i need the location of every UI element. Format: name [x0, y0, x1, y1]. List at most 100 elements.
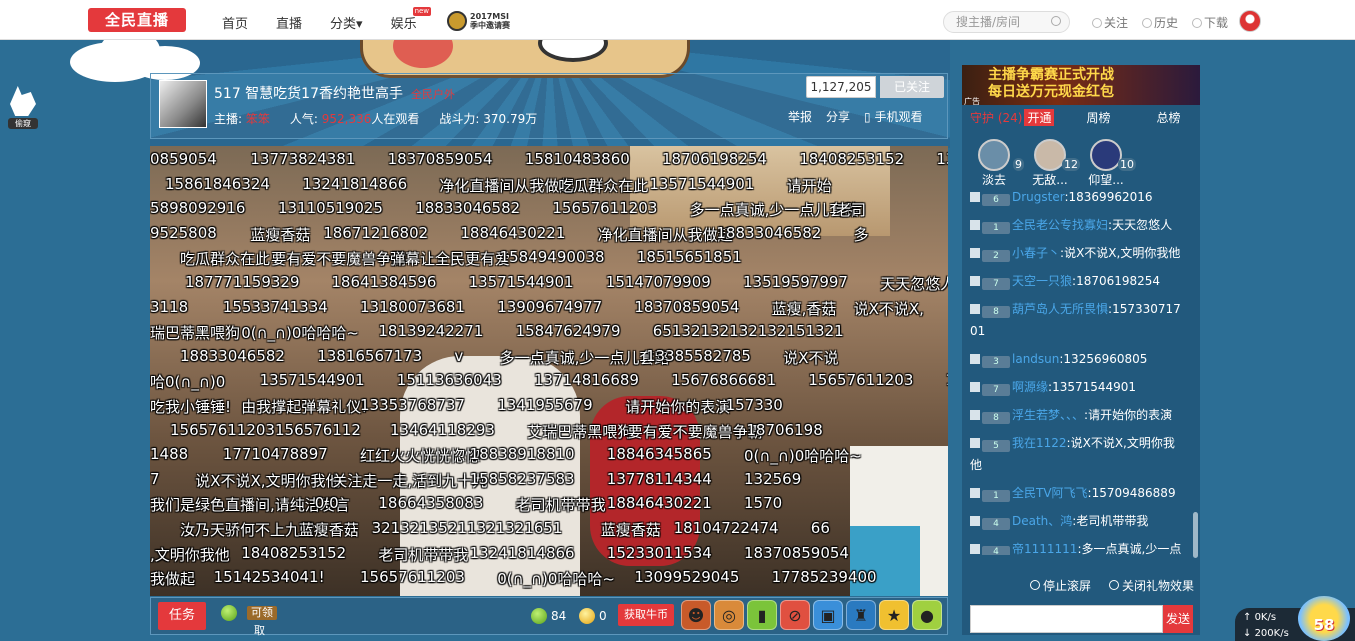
danmaku-text: 5898092916 — [150, 199, 246, 218]
chat-text: 天天忽悠人 — [1112, 218, 1173, 232]
danmaku-text: 15657611203 — [360, 568, 465, 587]
room-category[interactable]: 全民户外 — [411, 88, 455, 101]
stop-scroll-option[interactable]: 停止滚屏 — [1030, 577, 1091, 594]
search-input[interactable]: 搜主播/房间 — [943, 11, 1070, 33]
guard-level: 9 — [1013, 158, 1024, 171]
claim-button[interactable]: 可领 — [247, 606, 277, 620]
danmaku-text: 66 — [810, 519, 830, 537]
danmaku-text: 由我撑起弹幕礼仪! — [241, 398, 368, 416]
report-link[interactable]: 举报 — [788, 108, 812, 125]
chat-message: 2 小春子丶:说X不说X,文明你我他 — [962, 239, 1188, 267]
danmaku-text: 15233011534 — [606, 543, 712, 562]
share-link[interactable]: 分享 — [826, 108, 850, 125]
close-gift-option[interactable]: 关闭礼物效果 — [1109, 577, 1194, 594]
user-badge-icon — [970, 304, 980, 314]
chat-username[interactable]: 全民TV阿飞飞 — [1012, 486, 1088, 500]
task-button[interactable]: 任务 — [158, 602, 206, 630]
chat-scrollbar[interactable] — [1193, 512, 1198, 558]
upload-speed: ↑ 0K/s — [1243, 612, 1277, 623]
mobile-watch-link[interactable]: ▯ 手机观看 — [864, 108, 922, 125]
danmaku-text: 13571544901 — [259, 371, 365, 390]
room-actions: 举报 分享 ▯ 手机观看 — [788, 108, 922, 125]
chat-username[interactable]: 帝1111111 — [1012, 542, 1077, 555]
guard-avatar: 9 — [978, 139, 1024, 171]
chat-text: 13571544901 — [1052, 380, 1137, 394]
danmaku-text: 净化直播间从我做起 — [439, 176, 575, 195]
chat-username[interactable]: 天空一只狼 — [1012, 274, 1072, 288]
chat-list[interactable]: 6 Drugster:18369962016 1 全民老公专找寡妇:天天忽悠人 2 小春子… — [962, 183, 1188, 555]
msi-logo-icon — [447, 11, 467, 31]
gift-trophy-icon[interactable]: ♜ — [846, 600, 876, 630]
danmaku-text: 13571 — [936, 150, 948, 168]
gift-bean-icon[interactable]: ● — [912, 600, 942, 630]
guard-item[interactable]: 12 无敌... — [1026, 139, 1080, 188]
gift-sign-icon[interactable]: ⊘ — [780, 600, 810, 630]
gift-star-icon[interactable]: ★ — [879, 600, 909, 630]
anchor-name[interactable]: 笨笨 — [246, 112, 270, 126]
danmaku-text: 瑞巴蒂黑喂狗 — [150, 324, 241, 343]
user-level: 6 — [982, 194, 1010, 206]
guard-item[interactable]: 9 淡去 — [970, 139, 1024, 188]
chat-username[interactable]: 全民老公专找寡妇 — [1012, 218, 1108, 232]
danmaku-text: 3213213521132132165​1 — [371, 519, 563, 537]
chat-username[interactable]: 我在1122 — [1012, 436, 1067, 450]
followed-button[interactable]: 已关注 — [880, 76, 944, 98]
nav-home[interactable]: 首页 — [222, 13, 248, 32]
bean-balance-icon — [531, 608, 547, 624]
nav-entertainment[interactable]: 娱乐 new — [391, 7, 432, 32]
chat-username[interactable]: 葫芦岛人无所畏惧 — [1012, 302, 1108, 316]
download-link[interactable]: 下载 — [1192, 14, 1228, 31]
gift-warrior-icon[interactable]: ☻ — [681, 600, 711, 630]
danmaku-text: 13464118293 — [390, 420, 495, 439]
chat-username[interactable]: Death、鸿 — [1012, 514, 1072, 528]
open-guard-button[interactable]: 开通 — [1024, 108, 1055, 126]
tab-guard[interactable]: 守护 (24) — [970, 109, 1022, 126]
floating-bubble-badge[interactable]: 58 — [1298, 596, 1350, 641]
video-player[interactable]: 0859054 13773824381 18370859054 15810483860… — [150, 146, 948, 596]
history-link[interactable]: 历史 — [1142, 14, 1178, 31]
follow-link[interactable]: 关注 — [1092, 14, 1128, 31]
chat-username[interactable]: 啊源缘 — [1012, 380, 1048, 394]
nav-category[interactable]: 分类▾ — [330, 13, 363, 32]
chat-username[interactable]: 浮生若梦、、、 — [1012, 408, 1084, 422]
anchor-avatar[interactable] — [159, 80, 207, 128]
buy-coins-button[interactable]: 获取牛币 — [618, 604, 674, 626]
danmaku-text: 天天忽悠人 — [880, 275, 948, 293]
user-badge-icon — [970, 488, 980, 498]
ad-banner[interactable]: 主播争霸赛正式开战 每日送万元现金红包 广告 — [962, 65, 1200, 106]
danmaku-text: 1570 — [744, 494, 783, 513]
tab-weekly[interactable]: 周榜 — [1086, 109, 1110, 126]
guard-level: 12 — [1062, 158, 1080, 171]
side-peek-widget[interactable]: 偷窥 — [8, 86, 38, 129]
danmaku-text: 请开始你的表演 — [625, 398, 731, 416]
danmaku-text: 多一点真诚,少一点儿套路 — [499, 348, 670, 367]
site-logo[interactable]: 全民直播 — [88, 8, 186, 32]
user-avatar[interactable] — [1239, 10, 1261, 32]
chat-text: 老司机带带我 — [1076, 514, 1149, 528]
tab-total[interactable]: 总榜 — [1156, 109, 1180, 126]
danmaku-text: 13110519025 — [278, 199, 383, 218]
gift-chest-icon[interactable]: ▣ — [813, 600, 843, 630]
chat-username[interactable]: landsun — [1012, 352, 1059, 366]
gift-egg-icon[interactable]: ◎ — [714, 600, 744, 630]
gift-drink-icon[interactable]: ▮ — [747, 600, 777, 630]
danmaku-text: 吃我小锤锤! — [150, 398, 232, 416]
guard-item[interactable]: 10 仰望... — [1082, 139, 1136, 188]
follow-group: 1,127,205 已关注 — [806, 76, 944, 98]
chat-username[interactable]: Drugster — [1012, 190, 1064, 204]
msi-event-link[interactable]: 2017MSI 季中邀请赛 — [447, 10, 510, 32]
danmaku-text: 15861846324 — [165, 174, 270, 193]
chat-message: 5 我在1122:说X不说X,文明你我他 — [962, 429, 1188, 479]
danmaku-text: 说X不说 — [783, 348, 839, 367]
danmaku-text: 18370859054 — [387, 150, 493, 168]
danmaku-text: 老司机带带我 — [515, 496, 606, 515]
chat-username[interactable]: 小春子丶 — [1012, 246, 1060, 260]
danmaku-text: 我做起 — [150, 570, 196, 589]
send-button[interactable]: 发送 — [1163, 605, 1193, 633]
search-icon[interactable] — [1051, 16, 1061, 26]
claim-label: 取 — [254, 624, 265, 637]
new-badge: new — [412, 7, 432, 16]
nav-live[interactable]: 直播 — [276, 13, 302, 32]
danmaku-text: 15657611203 — [552, 199, 658, 218]
chat-input[interactable] — [970, 605, 1163, 633]
